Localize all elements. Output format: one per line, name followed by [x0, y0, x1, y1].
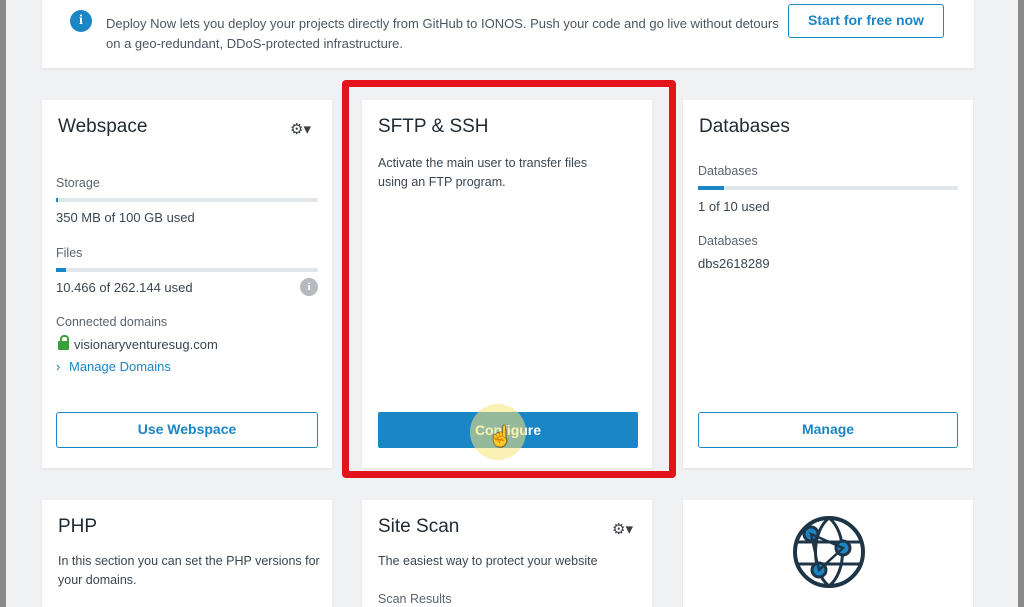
lock-icon	[58, 335, 69, 350]
site-scan-title: Site Scan	[378, 516, 460, 537]
webspace-card: Webspace ⚙▾ Storage 350 MB of 100 GB use…	[42, 100, 332, 468]
files-bar	[56, 268, 318, 272]
sftp-title: SFTP & SSH	[378, 116, 489, 137]
gear-icon[interactable]: ⚙▾	[612, 520, 633, 538]
site-scan-description: The easiest way to protect your website	[378, 554, 598, 568]
sftp-description: Activate the main user to transfer files…	[378, 156, 588, 189]
site-scan-card: Site Scan ⚙▾ The easiest way to protect …	[362, 500, 652, 607]
php-description: In this section you can set the PHP vers…	[58, 554, 320, 587]
network-card	[683, 500, 973, 607]
globe-icon	[793, 516, 865, 588]
php-title: PHP	[58, 516, 98, 537]
php-card: PHP In this section you can set the PHP …	[42, 500, 332, 607]
databases-card: Databases Databases 1 of 10 used Databas…	[683, 100, 973, 468]
dashboard: i Deploy Now lets you deploy your projec…	[6, 0, 1018, 607]
files-value: 10.466 of 262.144 used	[56, 280, 193, 295]
databases-count-value: 1 of 10 used	[698, 199, 770, 214]
manage-domains-chevron-icon[interactable]: ›	[56, 359, 60, 374]
files-label: Files	[56, 246, 83, 260]
deploy-now-banner: i Deploy Now lets you deploy your projec…	[42, 0, 974, 68]
info-icon[interactable]: i	[300, 278, 318, 296]
banner-text: Deploy Now lets you deploy your projects…	[106, 16, 779, 51]
databases-count-label: Databases	[698, 164, 758, 178]
databases-title: Databases	[699, 116, 790, 137]
storage-label: Storage	[56, 176, 100, 190]
storage-bar	[56, 198, 318, 202]
gear-icon[interactable]: ⚙▾	[290, 120, 311, 138]
domain-name: visionaryventuresug.com	[74, 337, 218, 352]
start-for-free-button[interactable]: Start for free now	[788, 4, 944, 38]
storage-value: 350 MB of 100 GB used	[56, 210, 195, 225]
databases-bar	[698, 186, 958, 190]
manage-button[interactable]: Manage	[698, 412, 958, 448]
database-name: dbs2618289	[698, 256, 770, 271]
connected-domains-label: Connected domains	[56, 315, 168, 329]
info-icon: i	[70, 10, 92, 32]
hand-cursor-icon: ☝	[488, 426, 513, 448]
webspace-title: Webspace	[58, 116, 148, 137]
databases-name-label: Databases	[698, 234, 758, 248]
manage-domains-link[interactable]: Manage Domains	[69, 359, 171, 374]
scan-results-label: Scan Results	[378, 592, 452, 606]
use-webspace-button[interactable]: Use Webspace	[56, 412, 318, 448]
